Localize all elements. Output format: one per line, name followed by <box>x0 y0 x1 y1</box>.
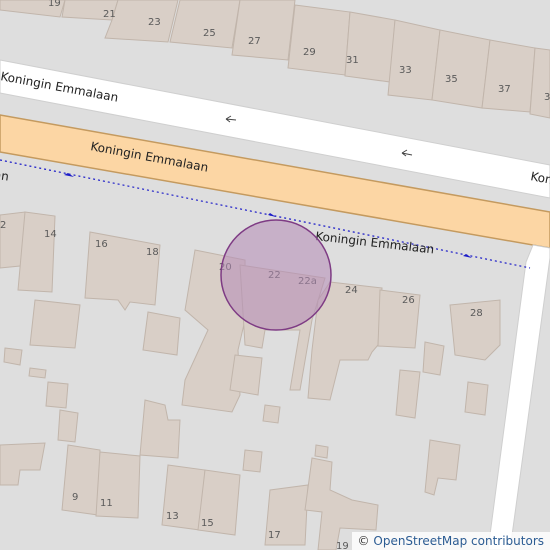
house-number: 27 <box>248 36 261 47</box>
house-number: 28 <box>470 308 483 319</box>
house-number: 13 <box>166 511 179 522</box>
house-number: 18 <box>146 247 159 258</box>
copyright-symbol: © <box>357 534 370 548</box>
house-number: 19 <box>336 541 349 550</box>
house-number: 37 <box>498 84 511 95</box>
attribution-link[interactable]: OpenStreetMap contributors <box>373 534 544 548</box>
house-number: 24 <box>345 285 358 296</box>
house-number: 11 <box>100 498 113 509</box>
map-attribution: © OpenStreetMap contributors <box>351 532 550 550</box>
house-number: 31 <box>346 55 359 66</box>
house-number: 9 <box>72 492 78 503</box>
house-number: 21 <box>103 9 116 20</box>
house-number: 3 <box>544 92 550 103</box>
location-marker[interactable] <box>220 219 332 331</box>
house-number: 16 <box>95 239 108 250</box>
house-number: 15 <box>201 518 214 529</box>
house-number: 29 <box>303 47 316 58</box>
house-number: 17 <box>268 530 281 541</box>
house-number: 2 <box>0 220 6 231</box>
house-number: 23 <box>148 17 161 28</box>
house-number: 35 <box>445 74 458 85</box>
map-canvas[interactable]: Koningin Emmalaan Koningin Emmalaan Koni… <box>0 0 550 550</box>
house-number: 25 <box>203 28 216 39</box>
house-number: 19 <box>48 0 61 9</box>
house-number: 33 <box>399 65 412 76</box>
house-number: 26 <box>402 295 415 306</box>
house-number: 14 <box>44 229 57 240</box>
